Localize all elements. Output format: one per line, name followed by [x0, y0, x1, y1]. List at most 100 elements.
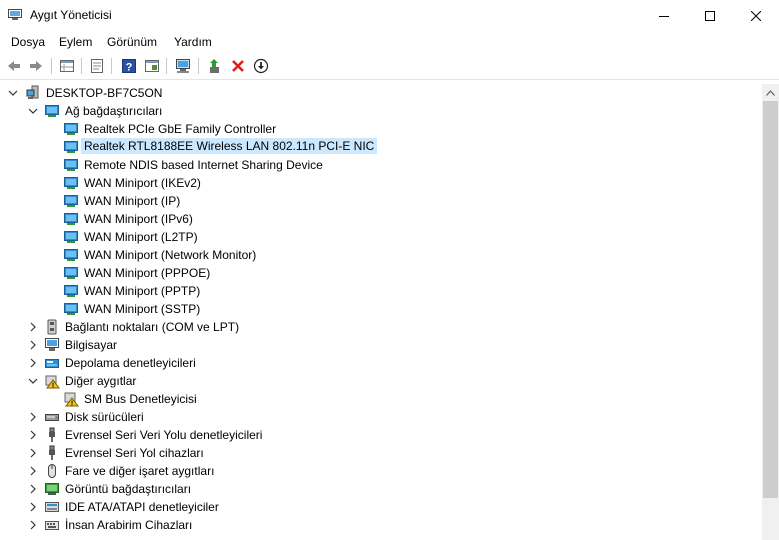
- uninstall-button[interactable]: [228, 56, 248, 76]
- chevron-right-icon[interactable]: [27, 498, 39, 516]
- category-label: IDE ATA/ATAPI denetleyiciler: [65, 500, 219, 514]
- update-driver-icon: [210, 59, 219, 73]
- device-label: WAN Miniport (IKEv2): [84, 176, 201, 190]
- console-tree-button[interactable]: [57, 56, 77, 76]
- menu-yardim[interactable]: Yardım: [174, 35, 212, 49]
- chevron-right-icon[interactable]: [27, 516, 39, 534]
- scroll-thumb[interactable]: [763, 101, 778, 498]
- device-label: WAN Miniport (IPv6): [84, 212, 193, 226]
- menu-dosya[interactable]: Dosya: [11, 35, 45, 49]
- device-label: WAN Miniport (L2TP): [84, 230, 198, 244]
- device-label: WAN Miniport (Network Monitor): [84, 248, 257, 262]
- category-ports[interactable]: Bağlantı noktaları (COM ve LPT): [0, 318, 762, 336]
- properties-button[interactable]: [87, 56, 107, 76]
- storage-controller-icon: [44, 355, 60, 371]
- close-button[interactable]: [733, 0, 779, 31]
- network-adapter-item[interactable]: WAN Miniport (PPTP): [0, 282, 762, 300]
- computer-monitor-icon: [44, 337, 60, 353]
- chevron-right-icon[interactable]: [27, 444, 39, 462]
- category-usb-devices[interactable]: Evrensel Seri Yol cihazları: [0, 444, 762, 462]
- tree-root[interactable]: DESKTOP-BF7C5ON: [0, 84, 762, 102]
- update-driver-button[interactable]: [205, 56, 225, 76]
- minimize-icon: [659, 15, 669, 17]
- uninstall-x-icon: [232, 60, 244, 72]
- show-hidden-button[interactable]: [142, 56, 162, 76]
- device-tree: DESKTOP-BF7C5ON Ağ bağdaştırıcıları Real…: [0, 84, 762, 540]
- network-adapter-icon: [63, 121, 79, 137]
- help-icon: ?: [122, 59, 136, 74]
- forward-button[interactable]: [26, 56, 46, 76]
- disable-device-button[interactable]: [251, 56, 271, 76]
- help-button[interactable]: ?: [119, 56, 139, 76]
- disable-device-icon: [253, 58, 269, 74]
- back-arrow-icon: [8, 61, 20, 71]
- network-adapter-icon: [63, 247, 79, 263]
- category-usb-controllers[interactable]: Evrensel Seri Veri Yolu denetleyicileri: [0, 426, 762, 444]
- close-icon: [751, 10, 761, 21]
- chevron-right-icon[interactable]: [27, 462, 39, 480]
- scan-hardware-button[interactable]: [173, 56, 193, 76]
- device-label: WAN Miniport (PPTP): [84, 284, 201, 298]
- mouse-icon: [44, 463, 60, 479]
- category-display-adapters[interactable]: Görüntü bağdaştırıcıları: [0, 480, 762, 498]
- svg-text:?: ?: [126, 62, 133, 74]
- chevron-right-icon[interactable]: [27, 336, 39, 354]
- category-mice[interactable]: Fare ve diğer işaret aygıtları: [0, 462, 762, 480]
- disk-drive-icon: [44, 409, 60, 425]
- back-button[interactable]: [4, 56, 24, 76]
- maximize-button[interactable]: [687, 0, 733, 31]
- network-adapter-icon: [63, 139, 79, 155]
- vertical-scrollbar[interactable]: [762, 84, 779, 540]
- scan-hardware-icon: [176, 59, 190, 73]
- category-network-adapters[interactable]: Ağ bağdaştırıcıları: [0, 102, 762, 120]
- display-adapter-icon: [44, 481, 60, 497]
- chevron-down-icon[interactable]: [27, 102, 39, 120]
- network-adapter-item[interactable]: WAN Miniport (IP): [0, 192, 762, 210]
- network-adapter-item[interactable]: Remote NDIS based Internet Sharing Devic…: [0, 156, 762, 174]
- category-storage-controllers[interactable]: Depolama denetleyicileri: [0, 354, 762, 372]
- unknown-device-icon: !: [44, 373, 60, 390]
- chevron-up-icon: [766, 89, 775, 96]
- category-computer[interactable]: Bilgisayar: [0, 336, 762, 354]
- network-adapter-item[interactable]: WAN Miniport (L2TP): [0, 228, 762, 246]
- menu-eylem[interactable]: Eylem: [59, 35, 92, 49]
- chevron-right-icon[interactable]: [27, 354, 39, 372]
- category-hid[interactable]: İnsan Arabirim Cihazları: [0, 516, 762, 534]
- network-adapter-item[interactable]: WAN Miniport (IKEv2): [0, 174, 762, 192]
- network-adapter-item[interactable]: Realtek RTL8188EE Wireless LAN 802.11n P…: [0, 138, 762, 156]
- maximize-icon: [705, 10, 715, 21]
- category-label: Disk sürücüleri: [65, 410, 144, 424]
- svg-text:!: !: [52, 383, 54, 390]
- category-other-devices[interactable]: ! Diğer aygıtlar: [0, 372, 762, 390]
- device-label: Realtek PCIe GbE Family Controller: [84, 122, 277, 136]
- network-adapter-item[interactable]: WAN Miniport (IPv6): [0, 210, 762, 228]
- network-adapter-icon: [63, 265, 79, 281]
- chevron-down-icon[interactable]: [27, 372, 39, 390]
- chevron-right-icon[interactable]: [27, 318, 39, 336]
- category-label: Evrensel Seri Veri Yolu denetleyicileri: [65, 428, 263, 442]
- category-label: Diğer aygıtlar: [65, 374, 137, 388]
- menu-gorunum[interactable]: Görünüm: [107, 35, 157, 49]
- usb-icon: [44, 445, 60, 461]
- menu-bar: Dosya Eylem Görünüm Yardım: [0, 31, 779, 53]
- chevron-right-icon[interactable]: [27, 408, 39, 426]
- device-sm-bus[interactable]: ! SM Bus Denetleyicisi: [0, 390, 762, 408]
- device-label: WAN Miniport (IP): [84, 194, 181, 208]
- category-label: Bağlantı noktaları (COM ve LPT): [65, 320, 240, 334]
- chevron-right-icon[interactable]: [27, 480, 39, 498]
- minimize-button[interactable]: [641, 0, 687, 31]
- computer-icon: [26, 85, 42, 101]
- network-adapter-item[interactable]: Realtek PCIe GbE Family Controller: [0, 120, 762, 138]
- chevron-down-icon[interactable]: [7, 84, 19, 102]
- show-hidden-icon: [145, 60, 159, 72]
- network-adapter-item[interactable]: WAN Miniport (Network Monitor): [0, 246, 762, 264]
- network-adapter-icon: [63, 283, 79, 299]
- network-adapter-item[interactable]: WAN Miniport (PPPOE): [0, 264, 762, 282]
- network-adapter-item[interactable]: WAN Miniport (SSTP): [0, 300, 762, 318]
- category-disk-drives[interactable]: Disk sürücüleri: [0, 408, 762, 426]
- category-label: Evrensel Seri Yol cihazları: [65, 446, 204, 460]
- scroll-up-button[interactable]: [762, 84, 779, 101]
- network-adapter-icon: [63, 157, 79, 173]
- chevron-right-icon[interactable]: [27, 426, 39, 444]
- category-ide-ata-atapi[interactable]: IDE ATA/ATAPI denetleyiciler: [0, 498, 762, 516]
